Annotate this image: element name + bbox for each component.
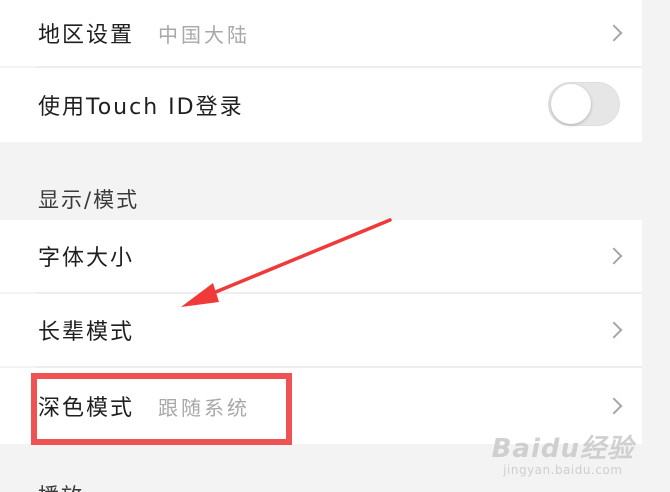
watermark-url: jingyan.baidu.com bbox=[503, 463, 623, 477]
arrow-shaft bbox=[204, 218, 392, 298]
arrow-head bbox=[181, 283, 219, 307]
settings-screen: 地区设置 中国大陆 使用Touch ID登录 显示/模式 字体大小 长辈模式 深… bbox=[0, 0, 670, 492]
baidu-watermark: Baidu经验 jingyan.baidu.com bbox=[492, 428, 634, 477]
watermark-brand: Baidu经验 bbox=[491, 434, 634, 464]
annotation-arrow bbox=[181, 218, 392, 307]
